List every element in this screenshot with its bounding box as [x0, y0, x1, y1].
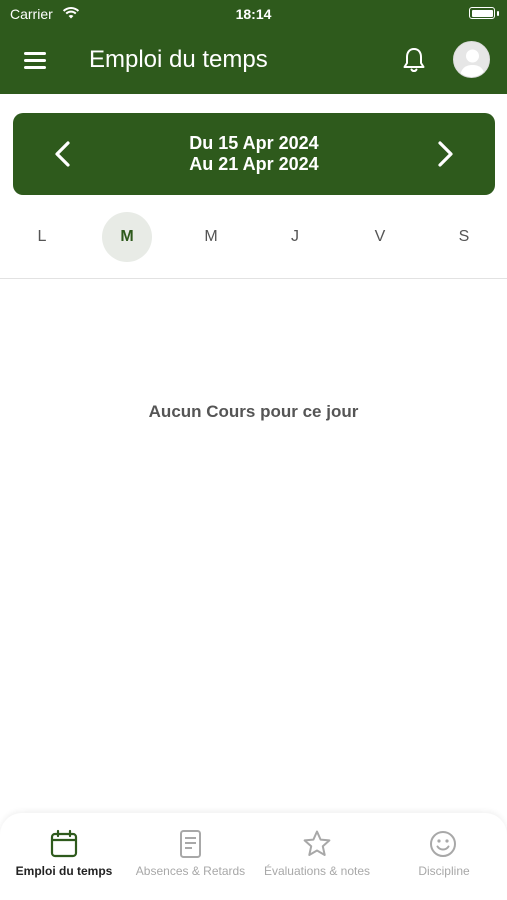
tab-emploi-du-temps[interactable]: Emploi du temps	[0, 813, 128, 900]
star-icon	[303, 830, 331, 856]
page-title: Emploi du temps	[89, 46, 268, 73]
user-avatar[interactable]	[453, 41, 490, 78]
bell-icon[interactable]	[400, 45, 428, 75]
tab-label: Évaluations & notes	[263, 864, 371, 878]
week-start-date: Du 15 Apr 2024	[189, 133, 319, 153]
tab-evaluations-notes[interactable]: Évaluations & notes	[253, 813, 381, 900]
tab-discipline[interactable]: Discipline	[381, 813, 507, 900]
week-selector: Du 15 Apr 2024 Au 21 Apr 2024	[13, 113, 495, 195]
day-saturday[interactable]: S	[439, 212, 489, 262]
week-range: Du 15 Apr 2024 Au 21 Apr 2024	[103, 133, 405, 175]
chevron-left-icon[interactable]	[43, 134, 83, 174]
document-icon	[180, 830, 201, 858]
chevron-right-icon[interactable]	[425, 134, 465, 174]
empty-state-message: Aucun Cours pour ce jour	[148, 402, 359, 421]
tab-label: Absences & Retards	[135, 864, 246, 878]
person-silhouette-icon	[460, 49, 485, 77]
day-strip: L M M J V S	[0, 212, 507, 262]
app-header: Carrier 18:14 Emploi du temps	[0, 0, 507, 94]
status-bar: Carrier 18:14	[0, 0, 507, 28]
day-thursday[interactable]: J	[270, 212, 320, 262]
day-friday[interactable]: V	[355, 212, 405, 262]
day-monday[interactable]: L	[17, 212, 67, 262]
bottom-tab-bar: Emploi du temps Absences & Retards Évalu…	[0, 813, 507, 900]
week-end-date: Au 21 Apr 2024	[189, 154, 319, 174]
calendar-icon	[50, 829, 78, 858]
day-wednesday[interactable]: M	[186, 212, 236, 262]
status-time: 18:14	[235, 6, 272, 22]
divider	[0, 278, 507, 279]
battery-icon	[469, 7, 495, 19]
day-tuesday[interactable]: M	[102, 212, 152, 262]
app-bar: Emploi du temps	[0, 28, 507, 94]
hamburger-menu-icon[interactable]	[20, 45, 50, 75]
tab-absences-retards[interactable]: Absences & Retards	[128, 813, 253, 900]
tab-label: Discipline	[418, 864, 470, 878]
tab-label: Emploi du temps	[15, 864, 113, 878]
smiley-icon	[430, 831, 456, 857]
battery-cap	[497, 11, 499, 16]
